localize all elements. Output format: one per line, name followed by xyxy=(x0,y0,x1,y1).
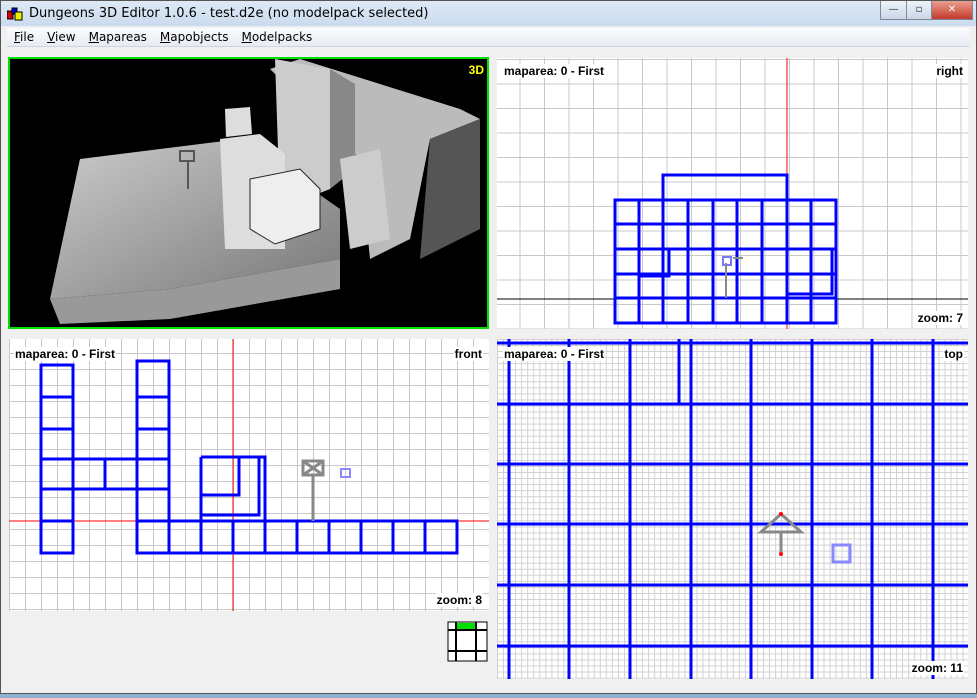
window-title: Dungeons 3D Editor 1.0.6 - test.d2e (no … xyxy=(29,6,429,21)
minimize-button[interactable]: — xyxy=(880,1,907,20)
view-layout-selector[interactable] xyxy=(447,621,489,663)
title-bar: Dungeons 3D Editor 1.0.6 - test.d2e (no … xyxy=(1,1,976,26)
menu-mapobjects[interactable]: Mapobjects xyxy=(153,28,235,44)
3d-scene xyxy=(50,59,480,324)
menu-mapareas[interactable]: Mapareas xyxy=(82,28,153,44)
menu-view[interactable]: View xyxy=(40,28,81,44)
app-window: Dungeons 3D Editor 1.0.6 - test.d2e (no … xyxy=(0,0,977,694)
view-3d-label: 3D xyxy=(468,63,484,77)
maximize-button[interactable]: ▫ xyxy=(906,1,932,20)
menu-modelpacks[interactable]: Modelpacks xyxy=(234,28,318,44)
menu-file[interactable]: File xyxy=(7,28,40,44)
top-map xyxy=(497,339,968,679)
view-3d[interactable]: 3D xyxy=(8,57,489,329)
zoom-label: zoom: 8 xyxy=(435,593,483,607)
view-name: top xyxy=(943,347,964,361)
view-right[interactable]: maparea: 0 - First right zoom: 7 xyxy=(497,58,968,329)
front-map xyxy=(9,339,489,611)
view-top[interactable]: maparea: 0 - First top zoom: 11 xyxy=(497,339,968,679)
maparea-label: maparea: 0 - First xyxy=(14,347,117,361)
view-front[interactable]: maparea: 0 - First front zoom: 8 xyxy=(9,339,489,611)
view-name: front xyxy=(453,347,483,361)
close-button[interactable]: ✕ xyxy=(931,1,973,20)
view-name: right xyxy=(935,64,964,78)
app-icon xyxy=(7,7,23,21)
zoom-label: zoom: 11 xyxy=(910,661,964,675)
maparea-label: maparea: 0 - First xyxy=(503,347,606,361)
maparea-label: maparea: 0 - First xyxy=(503,64,606,78)
menu-bar: File View Mapareas Mapobjects Modelpacks xyxy=(7,28,969,47)
right-map xyxy=(497,58,968,329)
zoom-label: zoom: 7 xyxy=(916,311,964,325)
